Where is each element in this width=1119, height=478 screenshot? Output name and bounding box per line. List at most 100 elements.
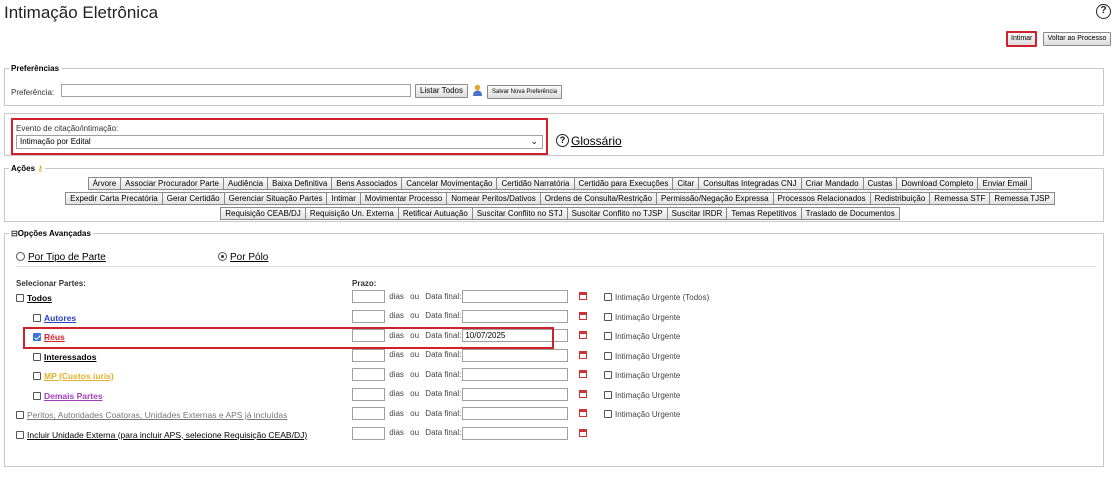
urgente-checkbox[interactable]	[604, 293, 612, 301]
party-row[interactable]: Todos	[16, 293, 52, 303]
urgente-checkbox[interactable]	[604, 312, 612, 321]
data-final-input[interactable]	[462, 426, 569, 440]
party-label[interactable]: Interessados	[44, 352, 96, 362]
acao-button[interactable]: Gerar Certidão	[161, 192, 225, 205]
urgente-checkbox[interactable]	[604, 371, 612, 379]
listar-todos-button[interactable]: Listar Todos	[415, 84, 468, 98]
dias-input[interactable]	[352, 309, 385, 323]
acao-button[interactable]: Criar Mandado	[800, 177, 864, 190]
calendar-icon[interactable]	[579, 350, 587, 359]
radio-por-polo[interactable]: Por Pólo	[218, 252, 268, 263]
party-checkbox[interactable]	[33, 313, 41, 322]
urgente-checkbox[interactable]	[604, 390, 612, 399]
party-label[interactable]: Demais Partes	[44, 391, 103, 401]
radio-polo-icon[interactable]	[218, 252, 227, 261]
acao-button[interactable]: Suscitar Conflito no TJSP	[566, 207, 668, 220]
calendar-icon[interactable]	[579, 389, 587, 398]
opcoes-legend[interactable]: ⊟Opções Avançadas	[9, 229, 93, 238]
acao-button[interactable]: Audiência	[222, 177, 269, 190]
dias-input[interactable]	[352, 290, 385, 303]
urgente-checkbox[interactable]	[604, 332, 612, 340]
acao-button[interactable]: Retificar Autuação	[397, 207, 473, 220]
dias-input[interactable]	[352, 426, 385, 440]
party-label[interactable]: Autores	[44, 313, 76, 323]
data-final-input[interactable]	[462, 290, 569, 303]
acao-button[interactable]: Enviar Email	[977, 177, 1033, 190]
party-checkbox[interactable]	[33, 372, 41, 380]
data-final-input[interactable]	[462, 348, 569, 362]
radio-tipo-icon[interactable]	[16, 252, 25, 261]
intimar-button[interactable]: Intimar	[1006, 31, 1038, 47]
acao-button[interactable]: Requisição Un. Externa	[304, 207, 399, 220]
help-icon[interactable]: ?	[1096, 4, 1111, 19]
calendar-icon[interactable]	[579, 331, 587, 339]
urgente-checkbox[interactable]	[604, 410, 612, 418]
party-checkbox[interactable]	[33, 391, 41, 400]
calendar-icon[interactable]	[579, 370, 587, 378]
party-checkbox[interactable]	[16, 430, 24, 439]
intimacao-urgente-option[interactable]: Intimação Urgente	[604, 410, 680, 419]
intimacao-urgente-option[interactable]: Intimação Urgente	[604, 371, 680, 380]
party-row[interactable]: Interessados	[33, 352, 96, 362]
acao-button[interactable]: Ordens de Consulta/Restrição	[539, 192, 657, 205]
salvar-preferencia-button[interactable]: Salvar Nova Preferência	[487, 85, 563, 99]
acao-button[interactable]: Intimar	[326, 192, 361, 205]
acao-button[interactable]: Suscitar Conflito no STJ	[471, 207, 568, 220]
acao-button[interactable]: Download Completo	[896, 177, 979, 190]
party-label[interactable]: Todos	[27, 293, 52, 303]
party-row[interactable]: Autores	[33, 313, 76, 323]
acao-button[interactable]: Árvore	[87, 177, 122, 190]
preferencia-input[interactable]	[61, 84, 411, 97]
evento-select[interactable]: Intimação por Edital ⌄	[16, 135, 543, 149]
acao-button[interactable]: Processos Relacionados	[772, 192, 871, 205]
acao-button[interactable]: Nomear Peritos/Dativos	[446, 192, 541, 205]
glossario-link[interactable]: Glossário	[571, 134, 622, 148]
acao-button[interactable]: Movimentar Processo	[359, 192, 448, 205]
intimacao-urgente-option[interactable]: Intimação Urgente	[604, 390, 680, 400]
calendar-icon[interactable]	[579, 292, 587, 300]
acao-button[interactable]: Cancelar Movimentação	[401, 177, 498, 190]
acao-button[interactable]: Requisição CEAB/DJ	[220, 207, 306, 220]
acao-button[interactable]: Associar Procurador Parte	[120, 177, 224, 190]
intimacao-urgente-option[interactable]: Intimação Urgente	[604, 351, 680, 361]
acao-button[interactable]: Certidão para Execuções	[573, 177, 674, 190]
data-final-input[interactable]	[462, 309, 569, 323]
radio-tipo-parte[interactable]: Por Tipo de Parte	[16, 252, 106, 263]
party-label[interactable]: Peritos, Autoridades Coatoras, Unidades …	[27, 410, 287, 420]
acao-button[interactable]: Traslado de Documentos	[800, 207, 900, 220]
calendar-icon[interactable]	[579, 409, 587, 417]
acao-button[interactable]: Suscitar IRDR	[666, 207, 728, 220]
acao-button[interactable]: Custas	[862, 177, 898, 190]
party-label[interactable]: Incluir Unidade Externa (para incluir AP…	[27, 430, 307, 440]
dias-input[interactable]	[352, 387, 385, 401]
dias-input[interactable]	[352, 407, 385, 420]
dias-input[interactable]	[352, 348, 385, 362]
calendar-icon[interactable]	[579, 428, 587, 437]
acao-button[interactable]: Remessa STF	[929, 192, 991, 205]
acao-button[interactable]: Remessa TJSP	[989, 192, 1055, 205]
party-row[interactable]: Peritos, Autoridades Coatoras, Unidades …	[16, 410, 287, 420]
acao-button[interactable]: Citar	[672, 177, 700, 190]
acao-button[interactable]: Baixa Definitiva	[267, 177, 333, 190]
dias-input[interactable]	[352, 368, 385, 381]
data-final-input[interactable]	[462, 368, 569, 381]
acao-button[interactable]: Consultas Integradas CNJ	[698, 177, 802, 190]
intimacao-urgente-option[interactable]: Intimação Urgente (Todos)	[604, 293, 709, 302]
party-row[interactable]: Demais Partes	[33, 391, 103, 401]
user-icon[interactable]	[472, 84, 483, 96]
party-label[interactable]: MP (Custos iuris)	[44, 371, 114, 381]
acao-button[interactable]: Gerenciar Situação Partes	[223, 192, 328, 205]
urgente-checkbox[interactable]	[604, 351, 612, 360]
acao-button[interactable]: Bens Associados	[331, 177, 403, 190]
voltar-ao-processo-button[interactable]: Voltar ao Processo	[1042, 32, 1112, 46]
party-checkbox[interactable]	[33, 352, 41, 361]
party-row[interactable]: Incluir Unidade Externa (para incluir AP…	[16, 430, 307, 440]
collapse-icon[interactable]: ⊟	[11, 229, 18, 238]
party-checkbox[interactable]	[16, 411, 24, 419]
acao-button[interactable]: Expedir Carta Precatória	[65, 192, 163, 205]
party-row[interactable]: MP (Custos iuris)	[33, 371, 114, 381]
acao-button[interactable]: Temas Repetitivos	[726, 207, 802, 220]
party-checkbox[interactable]	[16, 294, 24, 302]
intimacao-urgente-option[interactable]: Intimação Urgente	[604, 332, 680, 341]
glossario-help-icon[interactable]: ?	[556, 134, 569, 147]
